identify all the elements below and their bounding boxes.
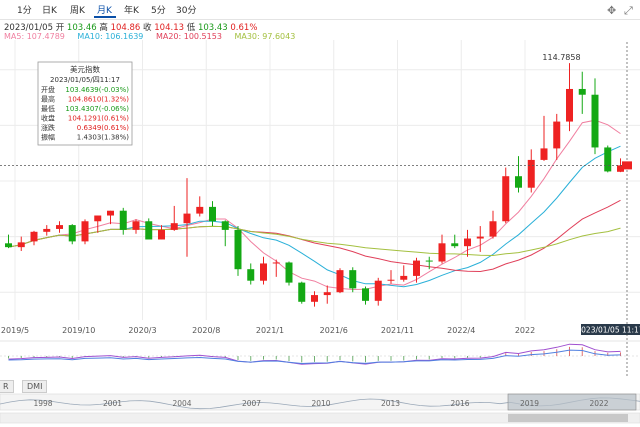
ma5-line (8, 119, 621, 291)
tooltip-row-label: 收盘 (41, 114, 55, 123)
x-tick-label: 2022/4 (447, 326, 475, 335)
candle-body (553, 121, 561, 149)
candle-body (578, 88, 586, 95)
candle-body (285, 262, 293, 283)
candle-body (336, 270, 344, 293)
candle-body (30, 231, 38, 242)
x-tick-label: 2020/8 (192, 326, 220, 335)
candle-body (107, 210, 114, 216)
candle-body (413, 260, 420, 276)
ma30-line (8, 225, 621, 257)
candle-body (527, 159, 535, 188)
navigator-year-label: 1998 (33, 399, 52, 408)
candle-body (196, 206, 204, 214)
tooltip-row-label: 开盘 (41, 85, 55, 94)
candlestick-chart: 2019/5 2019/10 2020/3 2020/8 2021/1 2021/6 202… (0, 40, 640, 424)
candle-body (425, 260, 433, 262)
candle-body (489, 221, 497, 237)
scrollbar-thumb (508, 414, 628, 422)
navigator-year-label: 2022 (589, 399, 608, 408)
x-tick-label: 2021/11 (381, 326, 414, 335)
navigator-year-label: 2007 (242, 399, 261, 408)
x-tick-label: 2022 (515, 326, 535, 335)
candle-body (260, 263, 267, 281)
navigator-year-label: 2004 (172, 399, 191, 408)
candle-body (183, 213, 191, 224)
candle-body (56, 225, 63, 229)
x-tick-label: 2021/1 (256, 326, 284, 335)
ohlc-tooltip: 美元指数 2023/01/05/四11:17开盘 103.4639(-0.03%) 最… (37, 61, 133, 146)
navigator-year-label: 2010 (311, 399, 330, 408)
candle-body (604, 147, 612, 172)
x-tick-label: 2020/3 (128, 326, 156, 335)
candle-body (311, 295, 318, 302)
navigator-year-label: 2013 (381, 399, 400, 408)
candle-body (540, 148, 548, 160)
candle-body (591, 94, 599, 148)
candle-body (247, 269, 255, 281)
candle-body (158, 229, 165, 240)
candle-body (464, 238, 471, 247)
candle-body (515, 176, 522, 188)
candle-body (81, 221, 89, 242)
candle-body (119, 210, 127, 230)
candle-body (17, 242, 25, 248)
candle-body (209, 206, 216, 222)
tooltip-row-value: 103.4307(-0.06%) (65, 105, 129, 113)
x-tick-label: 2021/6 (320, 326, 348, 335)
time-badge-label: 2023/01/05 11:17 (576, 326, 640, 335)
candle-body (476, 236, 484, 239)
candle-body (387, 279, 395, 281)
peak-value-label: 114.7858 (542, 53, 580, 62)
navigator-year-label: 2016 (450, 399, 469, 408)
tooltip-row-value: 104.8610(1.32%) (68, 96, 129, 104)
candle-body (349, 270, 357, 289)
candle-body (5, 243, 12, 248)
tooltip-row-value: 1.4303(1.38%) (77, 134, 129, 142)
candle-body (502, 176, 510, 222)
x-tick-label: 2019/10 (62, 326, 95, 335)
candle-body (94, 215, 102, 222)
bottom-tab-dmi[interactable]: DMI (22, 380, 48, 393)
bottom-tab-r[interactable]: R (0, 380, 14, 393)
tooltip-row-value: 103.4639(-0.03%) (65, 86, 129, 94)
candle-body (438, 243, 446, 262)
candle-body (272, 262, 280, 264)
tooltip-row-value: 0.6349(0.61%) (77, 124, 129, 132)
price-badge (622, 161, 632, 170)
tooltip-date: 2023/01/05/四11:17 (50, 76, 120, 84)
candle-body (451, 243, 459, 247)
navigator-year-label: 2019 (520, 399, 539, 408)
candle-body (566, 88, 573, 122)
candle-body (234, 229, 242, 270)
candle-body (221, 221, 229, 230)
candle-body (374, 280, 382, 301)
candle-body (145, 221, 153, 240)
tooltip-row-label: 振幅 (41, 133, 55, 142)
candle-body (298, 282, 306, 302)
candle-body (68, 225, 76, 242)
candle-body (170, 223, 178, 230)
candle-body (43, 228, 51, 232)
candle-body (400, 275, 408, 280)
tooltip-title: 美元指数 (70, 64, 100, 74)
tooltip-row-value: 104.1291(0.61%) (68, 115, 129, 123)
candle-body (323, 292, 331, 296)
tooltip-row-label: 最高 (41, 95, 55, 104)
x-tick-label: 2019/5 (1, 326, 29, 335)
candle-body (362, 288, 369, 301)
candle-body (132, 221, 140, 230)
navigator-year-label: 2001 (103, 399, 122, 408)
tooltip-row-label: 最低 (41, 104, 55, 113)
tooltip-row-label: 涨跌 (41, 123, 55, 132)
